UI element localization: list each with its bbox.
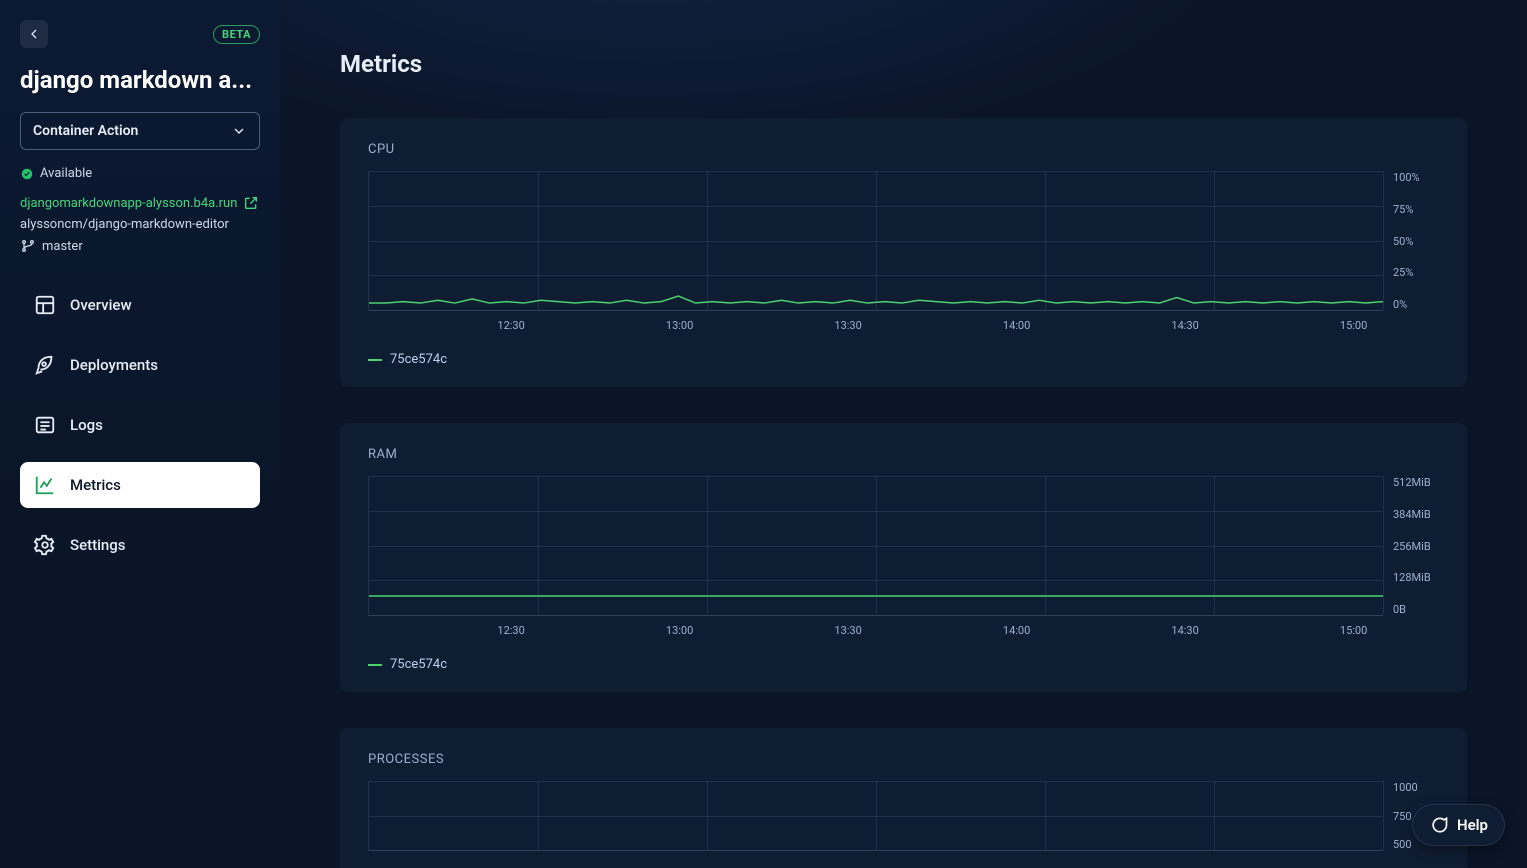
axis-tick: 15:00	[1340, 624, 1367, 637]
axis-tick: 1000	[1393, 781, 1439, 794]
cpu-legend: 75ce574c	[368, 352, 1439, 367]
axis-tick: 13:00	[666, 319, 693, 332]
axis-tick: 14:30	[1171, 319, 1198, 332]
chart-title: RAM	[368, 447, 1439, 462]
axis-tick: 12:30	[497, 319, 524, 332]
back-button[interactable]	[20, 20, 48, 48]
nav-label: Settings	[70, 536, 126, 554]
nav-label: Logs	[70, 416, 103, 434]
nav-overview[interactable]: Overview	[20, 282, 260, 328]
chevron-down-icon	[231, 123, 247, 139]
sidebar: BETA django markdown a... Container Acti…	[0, 0, 280, 868]
deployments-icon	[34, 354, 56, 376]
cpu-chart[interactable]	[368, 171, 1383, 311]
ram-legend: 75ce574c	[368, 657, 1439, 672]
repo-path: alyssoncm/django-markdown-editor	[20, 217, 260, 232]
status-label: Available	[40, 166, 92, 181]
nav-label: Metrics	[70, 476, 121, 494]
settings-icon	[34, 534, 56, 556]
sidebar-nav: Overview Deployments Logs Metrics Settin…	[20, 282, 260, 568]
dropdown-label: Container Action	[33, 123, 138, 139]
external-link-icon	[243, 195, 259, 211]
app-title: django markdown a...	[20, 66, 260, 94]
branch-row: master	[20, 238, 260, 254]
logs-icon	[34, 414, 56, 436]
arrow-left-icon	[26, 26, 42, 42]
nav-deployments[interactable]: Deployments	[20, 342, 260, 388]
metrics-icon	[34, 474, 56, 496]
nav-label: Deployments	[70, 356, 158, 374]
nav-settings[interactable]: Settings	[20, 522, 260, 568]
main-content: Metrics CPU 12:30 13:00 13:30 14:00 14:30 15:…	[280, 0, 1527, 868]
legend-swatch	[368, 359, 382, 361]
axis-tick: 12:30	[497, 624, 524, 637]
axis-tick: 384MiB	[1393, 508, 1439, 521]
container-action-dropdown[interactable]: Container Action	[20, 112, 260, 150]
axis-tick: 256MiB	[1393, 540, 1439, 553]
processes-card: PROCESSES 1000750500	[340, 728, 1467, 868]
axis-tick: 50%	[1393, 235, 1439, 248]
axis-tick: 13:00	[666, 624, 693, 637]
axis-tick: 13:30	[834, 319, 861, 332]
nav-metrics[interactable]: Metrics	[20, 462, 260, 508]
status-row: Available	[20, 166, 260, 181]
axis-tick: 14:00	[1003, 319, 1030, 332]
ram-chart[interactable]	[368, 476, 1383, 616]
axis-tick: 0%	[1393, 298, 1439, 311]
axis-tick: 14:00	[1003, 624, 1030, 637]
help-button[interactable]: Help	[1412, 804, 1505, 846]
overview-icon	[34, 294, 56, 316]
axis-tick: 0B	[1393, 603, 1439, 616]
axis-tick: 75%	[1393, 203, 1439, 216]
chart-title: CPU	[368, 142, 1439, 157]
cpu-card: CPU 12:30 13:00 13:30 14:00 14:30 15:00 100% 7…	[340, 118, 1467, 387]
status-available-icon	[20, 167, 34, 181]
processes-chart[interactable]	[368, 781, 1383, 851]
app-url-link[interactable]: djangomarkdownapp-alysson.b4a.run	[20, 195, 260, 211]
app-url-text: djangomarkdownapp-alysson.b4a.run	[20, 196, 237, 211]
axis-tick: 128MiB	[1393, 571, 1439, 584]
legend-series-id: 75ce574c	[390, 657, 447, 672]
branch-icon	[20, 238, 36, 254]
axis-tick: 15:00	[1340, 319, 1367, 332]
legend-swatch	[368, 664, 382, 666]
branch-name: master	[42, 239, 83, 254]
axis-tick: 13:30	[834, 624, 861, 637]
chat-icon	[1429, 815, 1449, 835]
nav-label: Overview	[70, 296, 132, 314]
axis-tick: 100%	[1393, 171, 1439, 184]
beta-badge: BETA	[213, 25, 260, 44]
ram-card: RAM 12:30 13:00 13:30 14:00 14:30 15:00 512Mi…	[340, 423, 1467, 692]
legend-series-id: 75ce574c	[390, 352, 447, 367]
nav-logs[interactable]: Logs	[20, 402, 260, 448]
page-title: Metrics	[340, 50, 1467, 78]
chart-title: PROCESSES	[368, 752, 1439, 767]
axis-tick: 14:30	[1171, 624, 1198, 637]
axis-tick: 512MiB	[1393, 476, 1439, 489]
axis-tick: 25%	[1393, 266, 1439, 279]
help-label: Help	[1457, 816, 1488, 834]
